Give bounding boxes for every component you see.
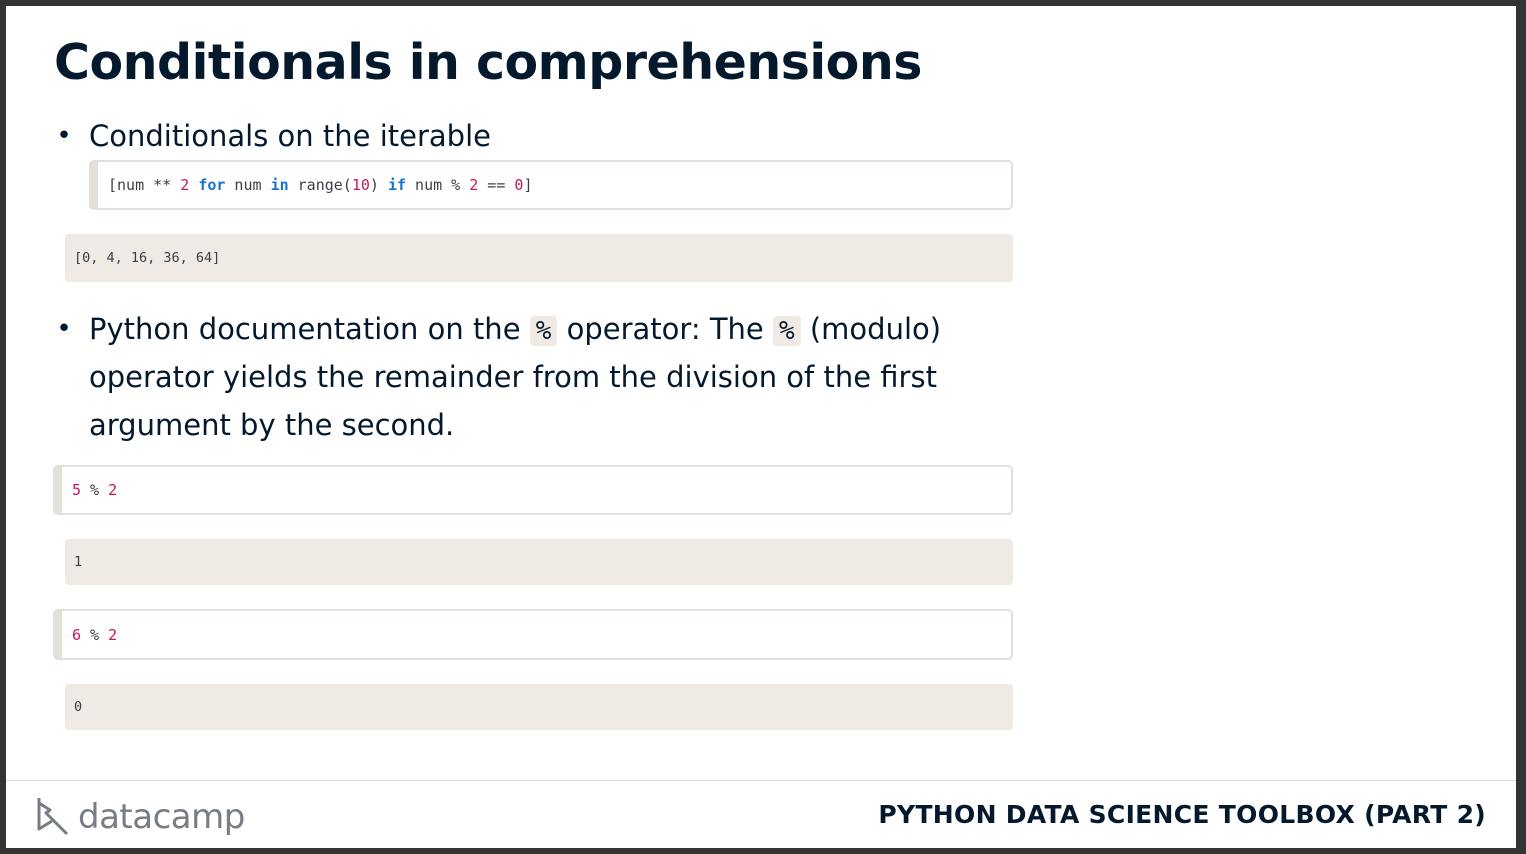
code-output-0: 0 <box>65 684 1013 730</box>
bullet-line-2: operator yields the remainder from the d… <box>89 360 937 394</box>
code-output-comprehension: [0, 4, 16, 36, 64] <box>65 234 1013 282</box>
code-output-1: 1 <box>65 539 1013 585</box>
code-input-6-mod-2: 6 % 2 <box>53 609 1013 660</box>
bullet-marker: • <box>56 314 72 344</box>
code-input-comprehension: [num ** 2 for num in range(10) if num % … <box>89 160 1013 210</box>
course-title: PYTHON DATA SCIENCE TOOLBOX (PART 2) <box>878 800 1486 829</box>
datacamp-logo: datacamp <box>36 792 245 842</box>
slide-title: Conditionals in comprehensions <box>54 34 922 91</box>
bullet-marker: • <box>56 121 72 151</box>
bullet-line-1: Python documentation on the % operator: … <box>89 312 942 346</box>
inline-code-percent: % <box>772 316 801 346</box>
code-input-5-mod-2: 5 % 2 <box>53 465 1013 515</box>
bullet-line-3: argument by the second. <box>89 408 455 442</box>
slide: Conditionals in comprehensions • Conditi… <box>6 6 1516 848</box>
footer-divider <box>6 780 1516 781</box>
inline-code-percent: % <box>529 316 558 346</box>
datacamp-logo-icon <box>37 798 69 836</box>
bullet-text: Conditionals on the iterable <box>89 119 491 153</box>
logo-wordmark: datacamp <box>78 797 245 837</box>
